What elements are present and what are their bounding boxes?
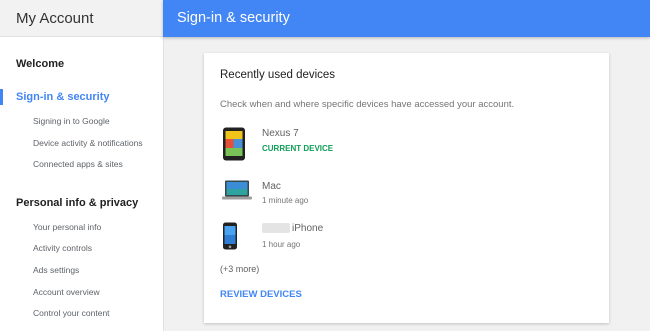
sidebar-item-connected-apps[interactable]: Connected apps & sites (33, 159, 123, 169)
device-name: iPhone (262, 223, 323, 234)
sidebar-item-personal-info[interactable]: Your personal info (33, 222, 101, 232)
app-title: My Account (0, 0, 163, 37)
current-device-badge: CURRENT DEVICE (262, 144, 334, 153)
sidebar-item-control-content[interactable]: Control your content (33, 308, 110, 318)
last-seen: 1 hour ago (262, 240, 301, 249)
devices-card: Recently used devices Check when and whe… (204, 53, 609, 323)
sidebar-item-signing-in[interactable]: Signing in to Google (33, 116, 110, 126)
card-description: Check when and where specific devices ha… (220, 99, 515, 110)
sidebar-item-activity-controls[interactable]: Activity controls (33, 243, 92, 253)
device-row[interactable]: iPhone 1 hour ago (204, 220, 609, 256)
sidebar-item-welcome[interactable]: Welcome (16, 58, 64, 70)
sidebar-item-sign-in-security[interactable]: Sign-in & security (16, 91, 110, 103)
page-title: Sign-in & security (177, 10, 290, 26)
sidebar-item-account-overview[interactable]: Account overview (33, 287, 100, 297)
card-title: Recently used devices (220, 69, 336, 81)
redacted-owner-name (262, 223, 290, 234)
sidebar-item-device-activity[interactable]: Device activity & notifications (33, 138, 143, 148)
device-name: Nexus 7 (262, 128, 299, 139)
device-row[interactable]: Nexus 7 CURRENT DEVICE (204, 125, 609, 161)
tablet-icon (222, 127, 246, 166)
review-devices-link[interactable]: REVIEW DEVICES (220, 289, 302, 300)
last-seen: 1 minute ago (262, 196, 309, 205)
more-devices-count: (+3 more) (220, 264, 260, 274)
active-indicator (0, 89, 3, 105)
sidebar-item-personal-info-privacy[interactable]: Personal info & privacy (16, 197, 138, 209)
laptop-icon (222, 180, 252, 205)
device-name: Mac (262, 181, 281, 192)
device-row[interactable]: Mac 1 minute ago (204, 176, 609, 212)
sidebar: My Account Welcome Sign-in & security Si… (0, 0, 164, 331)
phone-icon (222, 222, 238, 255)
header-bar: Sign-in & security (163, 0, 650, 37)
sidebar-item-ads-settings[interactable]: Ads settings (33, 265, 79, 275)
